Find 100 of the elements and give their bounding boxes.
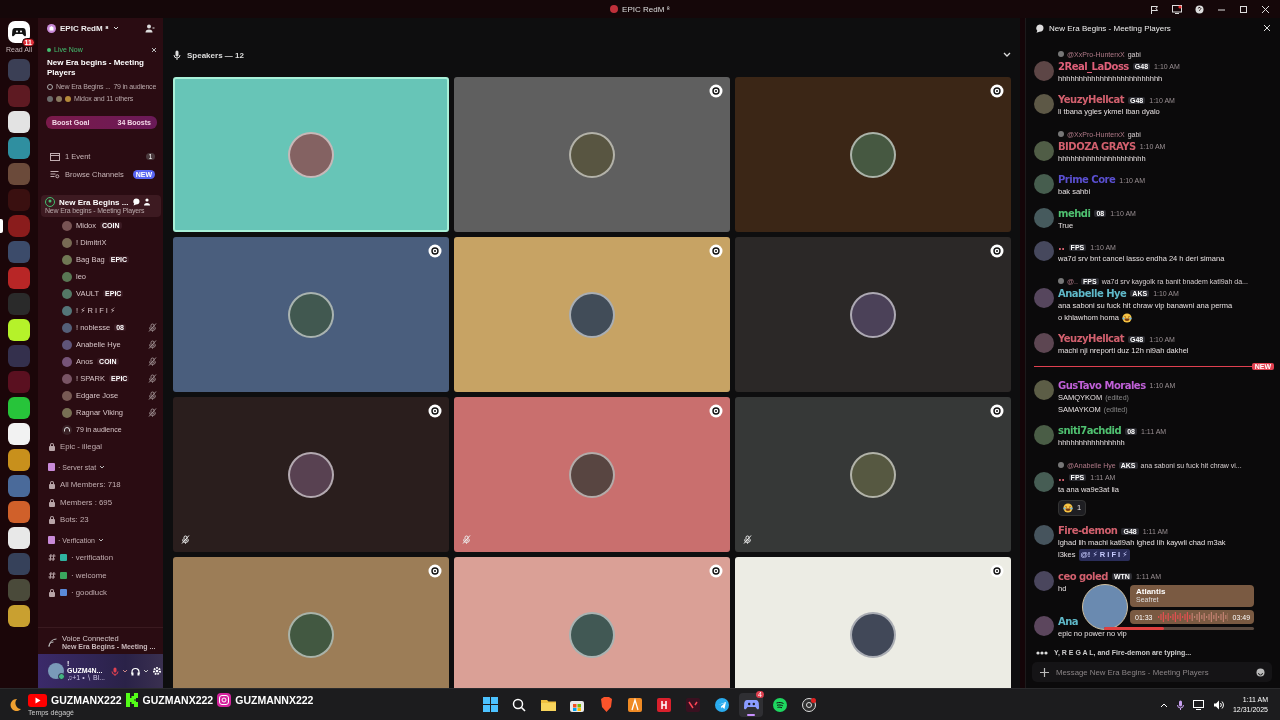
server-icon[interactable] (8, 319, 30, 341)
server-name[interactable]: EPIC RedM ⁸ (60, 23, 109, 33)
folder-icon (540, 698, 556, 711)
search-icon (512, 697, 526, 712)
lock-icon (48, 480, 56, 490)
chevron-down-icon[interactable] (1003, 52, 1011, 58)
headphones-icon[interactable] (131, 666, 141, 676)
author-name[interactable]: ceo goled (1058, 570, 1108, 583)
social-handle: GUZMANNX222 (235, 694, 314, 706)
speaker-tile[interactable] (173, 237, 449, 392)
server-icon[interactable] (8, 423, 30, 445)
close-icon[interactable] (1261, 4, 1270, 14)
caret-icon (112, 25, 119, 31)
chevron-up-icon[interactable] (1159, 701, 1168, 708)
speaker-tile[interactable] (735, 397, 1011, 552)
speaker-tile[interactable] (454, 77, 730, 232)
close-icon[interactable] (1263, 24, 1271, 32)
server-icon[interactable] (8, 111, 30, 133)
speaker-tile[interactable] (454, 397, 730, 552)
caret-icon (143, 668, 150, 674)
plus-icon[interactable] (1040, 667, 1049, 677)
author-name[interactable]: Fire-demon (1058, 525, 1118, 537)
avatar (62, 271, 72, 282)
headphones-icon (62, 424, 72, 435)
avatar (1034, 425, 1054, 445)
maximize-icon[interactable] (1239, 4, 1248, 14)
avatar (62, 254, 72, 265)
speaker-tile[interactable] (173, 557, 449, 688)
hash-icon (48, 570, 56, 580)
app-icon (657, 697, 671, 712)
video-play-icon (28, 693, 47, 707)
settings-icon[interactable] (152, 666, 163, 676)
author-name[interactable]: BIDOZA GRAYS (1058, 140, 1136, 153)
avatar (569, 611, 615, 658)
windows-icon (482, 697, 498, 712)
chat-title: New Era Begins - Meeting Players (1049, 23, 1171, 33)
author-name[interactable]: YeuzyHellcat (1058, 94, 1125, 106)
mic-icon[interactable] (111, 666, 120, 676)
mic-icon[interactable] (1176, 699, 1184, 710)
social-handle: GUZMANX222 (142, 694, 214, 706)
avatar (62, 356, 72, 367)
speaker-tile[interactable] (454, 557, 730, 688)
server-icon[interactable] (8, 527, 30, 549)
flag-icon[interactable] (1150, 4, 1159, 14)
author-name[interactable]: Anabelle Hye (1058, 287, 1127, 300)
author-name[interactable]: 2Real_LaDoss (1058, 60, 1129, 73)
chat-bubble-icon (1035, 23, 1044, 33)
add-person-icon[interactable] (145, 23, 155, 33)
emoji-icon[interactable] (1256, 667, 1265, 677)
avatar (1034, 94, 1054, 114)
avatar (288, 611, 334, 658)
avatar (1034, 241, 1054, 261)
server-icon (47, 23, 56, 33)
author-name[interactable]: mehdi (1058, 207, 1091, 220)
avatar (288, 451, 334, 498)
help-icon[interactable] (1195, 4, 1204, 14)
avatar (1034, 140, 1054, 161)
caret-icon (99, 464, 106, 471)
add-person-icon[interactable] (144, 198, 153, 206)
monitor-icon[interactable] (1192, 699, 1204, 710)
speaker-icon[interactable] (1212, 699, 1224, 710)
author-name[interactable]: Ana (1058, 615, 1079, 628)
server-icon (610, 5, 619, 13)
speaker-tile[interactable] (735, 237, 1011, 392)
close-icon[interactable] (151, 46, 157, 53)
lock-icon (48, 515, 56, 525)
server-icon[interactable] (8, 449, 30, 471)
lock-icon (48, 497, 56, 507)
speaker-tile[interactable] (735, 557, 1011, 688)
avatar (1034, 333, 1054, 353)
author-name[interactable]: GusTavo Morales (1058, 379, 1146, 392)
moon-icon (8, 697, 22, 712)
author-name[interactable]: .. (1058, 241, 1065, 253)
speaker-tile[interactable] (173, 397, 449, 552)
avatar (288, 291, 334, 338)
avatar (1058, 278, 1064, 284)
avatar (62, 305, 72, 316)
home-button[interactable] (8, 21, 30, 43)
speaker-tile[interactable] (735, 77, 1011, 232)
speaker-tile[interactable] (173, 77, 449, 232)
server-icon[interactable] (8, 605, 30, 627)
avatar (1058, 462, 1064, 468)
author-name[interactable]: sniti7achdid (1058, 425, 1122, 437)
author-name[interactable]: .. (1058, 471, 1065, 484)
caret-icon (97, 537, 104, 544)
hash-icon (48, 553, 56, 563)
channel-name: New Era Begins ... (59, 197, 129, 207)
avatar (1034, 379, 1054, 400)
speaker-tile[interactable] (454, 237, 730, 392)
author-name[interactable]: YeuzyHellcat (1058, 333, 1125, 345)
chat-bubble-icon[interactable] (132, 198, 141, 206)
server-icon[interactable] (8, 397, 30, 419)
category-icon (48, 536, 55, 545)
avatar (62, 237, 72, 248)
avatar (62, 339, 72, 350)
avatar (62, 390, 72, 401)
avatar (850, 291, 896, 338)
avatar (1058, 131, 1064, 137)
music-circle-icon (773, 697, 787, 712)
screen-icon[interactable] (1172, 4, 1182, 14)
